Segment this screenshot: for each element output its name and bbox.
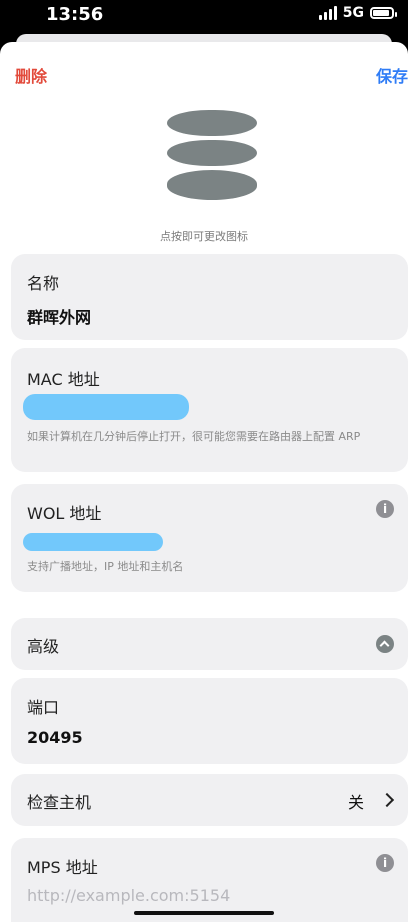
mac-card[interactable]: MAC 地址 如果计算机在几分钟后停止打开，很可能您需要在路由器上配置 ARP: [11, 348, 408, 472]
battery-icon: [370, 7, 397, 19]
save-button[interactable]: 保存: [376, 63, 408, 87]
status-bar: 13:56 5G: [0, 0, 408, 38]
mps-label: MPS 地址: [27, 858, 98, 877]
change-icon-hint[interactable]: 点按即可更改图标: [0, 228, 408, 244]
port-field[interactable]: 20495: [27, 728, 83, 747]
database-icon[interactable]: [167, 110, 257, 210]
advanced-label: 高级: [27, 637, 60, 656]
chevron-up-icon[interactable]: [376, 635, 394, 653]
signal-icon: [318, 6, 337, 20]
edit-sheet: 删除 保存 点按即可更改图标 名称 群晖外网 MAC 地址 如果计算机在几分钟后…: [0, 42, 408, 922]
delete-button[interactable]: 删除: [15, 63, 47, 87]
status-indicators: 5G: [318, 5, 397, 21]
chevron-right-icon[interactable]: [379, 792, 395, 808]
home-indicator: [134, 911, 274, 915]
info-icon[interactable]: i: [376, 500, 394, 518]
check-host-value: 关: [347, 793, 364, 812]
check-host-label: 检查主机: [27, 793, 92, 812]
port-label: 端口: [27, 698, 60, 717]
wol-card[interactable]: WOL 地址 i 支持广播地址，IP 地址和主机名: [11, 484, 408, 592]
mac-label: MAC 地址: [27, 370, 100, 389]
name-label: 名称: [27, 274, 60, 293]
network-type: 5G: [342, 5, 364, 21]
mps-input[interactable]: http://example.com:5154: [27, 886, 230, 905]
mps-card[interactable]: MPS 地址 i http://example.com:5154: [11, 838, 408, 922]
name-field[interactable]: 群晖外网: [27, 304, 91, 328]
port-card[interactable]: 端口 20495: [11, 678, 408, 764]
mac-hint: 如果计算机在几分钟后停止打开，很可能您需要在路由器上配置 ARP: [27, 430, 361, 443]
mac-field-redacted[interactable]: [23, 394, 189, 420]
info-icon[interactable]: i: [376, 854, 394, 872]
wol-field-redacted[interactable]: [23, 533, 163, 551]
wol-hint: 支持广播地址，IP 地址和主机名: [27, 560, 184, 573]
advanced-section-header[interactable]: 高级: [11, 618, 408, 670]
wol-label: WOL 地址: [27, 504, 102, 523]
status-time: 13:56: [46, 4, 104, 25]
check-host-row[interactable]: 检查主机 关: [11, 774, 408, 826]
name-card[interactable]: 名称 群晖外网: [11, 254, 408, 340]
